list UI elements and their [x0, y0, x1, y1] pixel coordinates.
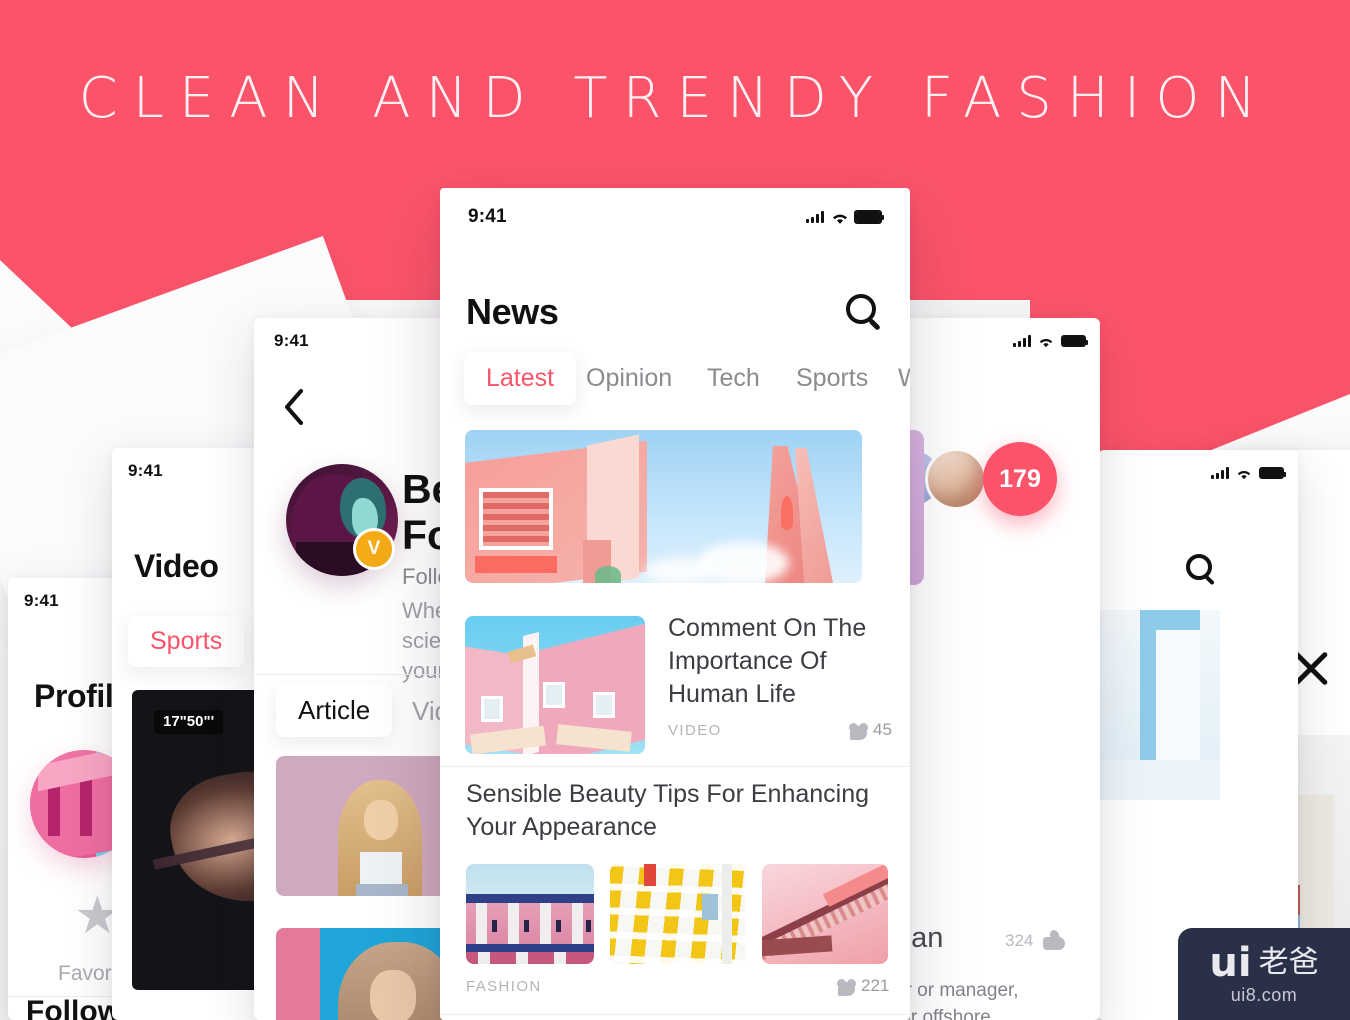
- status-bar: [905, 318, 1100, 364]
- tab-tech[interactable]: Tech: [707, 364, 760, 393]
- watermark-url: ui8.com: [1230, 984, 1298, 1005]
- comment-count: 221: [861, 976, 890, 995]
- tab-latest[interactable]: Latest: [464, 352, 577, 405]
- wifi-icon: [1236, 467, 1252, 480]
- divider: [440, 766, 910, 767]
- page-title: News: [466, 291, 559, 332]
- hero-image[interactable]: [465, 430, 862, 583]
- tab-world[interactable]: W: [898, 364, 910, 393]
- article-thumb: [465, 616, 645, 754]
- like-count: 324: [1005, 931, 1034, 950]
- avatar-count-badge[interactable]: 179: [983, 442, 1057, 516]
- chevron-left-icon: [285, 389, 303, 425]
- tab-article[interactable]: Article: [276, 684, 393, 737]
- tab-sports[interactable]: Sports: [796, 364, 868, 393]
- article-title: Sensible Beauty Tips For Enhancing Your …: [466, 780, 870, 842]
- comment-icon: [849, 723, 868, 740]
- interior-photo: [1098, 610, 1220, 800]
- tab-sports[interactable]: Sports: [128, 616, 245, 667]
- phone-news-screen: 9:41 News Latest Opinion Tech Sports W C…: [440, 188, 910, 1020]
- battery-icon: [854, 210, 884, 224]
- verified-badge: V: [353, 528, 395, 570]
- article-category: VIDEO: [668, 722, 722, 739]
- signal-icon: [806, 211, 824, 223]
- tab-opinion[interactable]: Opinion: [586, 364, 672, 393]
- tab-label: Article: [298, 695, 371, 725]
- article-thumb: [610, 864, 746, 964]
- status-time: 9:41: [128, 461, 163, 480]
- follow-label[interactable]: Follow: [26, 995, 121, 1020]
- tab-label: W: [898, 364, 910, 392]
- search-button[interactable]: [846, 294, 881, 331]
- favorites-label: Favori: [58, 962, 117, 985]
- comment-text-line2: for offshore: [905, 1007, 991, 1020]
- search-button[interactable]: [1186, 554, 1215, 586]
- comment-count: 45: [873, 720, 892, 739]
- watermark-logo-cn: 老爸: [1258, 944, 1319, 980]
- article-thumb: [762, 864, 888, 964]
- article-row[interactable]: Sensible Beauty Tips For Enhancing Your …: [440, 778, 910, 1008]
- page-title: Video: [134, 548, 219, 584]
- status-bar: 9:41: [440, 188, 910, 246]
- phone-comments-screen: 179 nan 324 er or manager, for offshore …: [905, 318, 1100, 1020]
- article-title: Comment On The Importance Of Human Life: [668, 614, 867, 708]
- comment-author-name: nan: [905, 922, 944, 954]
- tab-label: Sports: [150, 627, 223, 655]
- status-icons: [1013, 335, 1088, 348]
- video-duration-label: 17"50"': [163, 713, 215, 730]
- back-button[interactable]: [282, 388, 318, 428]
- watermark-logo-row: ui 老爸: [1209, 943, 1318, 983]
- status-time: 9:41: [468, 206, 507, 227]
- watermark-logo: ui: [1209, 939, 1252, 986]
- battery-icon: [1061, 335, 1088, 347]
- comment-icon: [837, 979, 856, 996]
- watermark: ui 老爸 ui8.com: [1178, 928, 1350, 1020]
- thumbs-up-icon[interactable]: [1043, 928, 1065, 950]
- avatar-count-label: 179: [999, 464, 1041, 493]
- tab-label: Latest: [486, 364, 555, 392]
- wifi-icon: [831, 211, 847, 224]
- status-time: 9:41: [24, 591, 59, 610]
- article-thumb: [466, 864, 594, 964]
- divider: [440, 1014, 910, 1015]
- article-row[interactable]: Comment On The Importance Of Human Life …: [440, 606, 910, 764]
- comment-text-line1: er or manager,: [905, 980, 1019, 1001]
- status-icons: [1211, 467, 1286, 480]
- canvas: CLEAN AND TRENDY FASHION 9:41: [0, 0, 1350, 1020]
- signal-icon: [1211, 467, 1229, 479]
- status-icons: [806, 210, 884, 224]
- tab-label: Tech: [707, 364, 760, 392]
- status-bar: [1098, 450, 1298, 496]
- verified-badge-label: V: [367, 538, 381, 559]
- battery-icon: [1259, 467, 1286, 479]
- video-duration-badge: 17"50"': [154, 710, 224, 734]
- status-time: 9:41: [274, 331, 309, 350]
- tab-label: Opinion: [586, 364, 673, 392]
- page-title: CLEAN AND TRENDY FASHION: [78, 66, 1272, 131]
- signal-icon: [1013, 335, 1031, 347]
- article-category: FASHION: [466, 978, 542, 995]
- avatar: [925, 448, 987, 510]
- tab-label: Sports: [796, 364, 869, 392]
- wifi-icon: [1038, 335, 1054, 348]
